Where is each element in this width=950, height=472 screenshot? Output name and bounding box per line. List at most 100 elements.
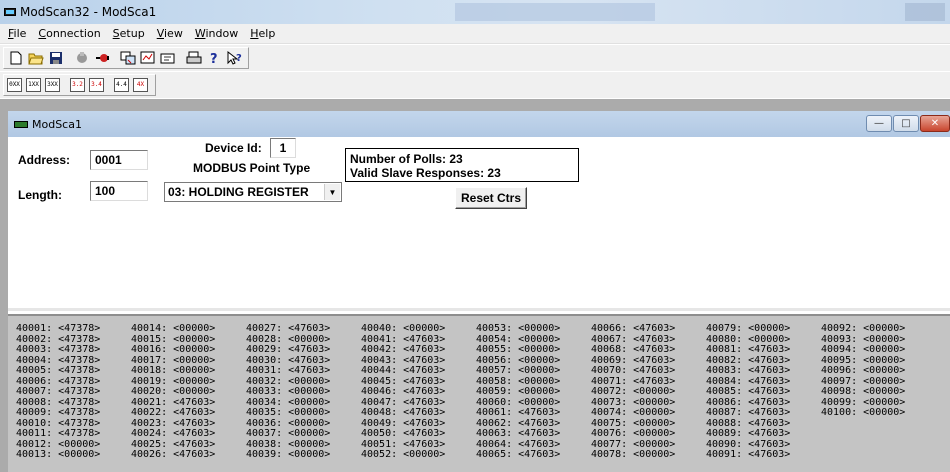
register-cell[interactable]: 40033: <00000> xyxy=(246,387,361,398)
menu-view[interactable]: View xyxy=(151,27,189,40)
register-cell[interactable]: 40078: <00000> xyxy=(591,450,706,461)
context-help-icon[interactable]: ? xyxy=(225,50,242,66)
register-cell[interactable]: 40010: <47378> xyxy=(16,419,131,430)
register-cell[interactable]: 40062: <47603> xyxy=(476,419,591,430)
help-icon[interactable]: ? xyxy=(205,50,222,66)
register-cell[interactable]: 40052: <00000> xyxy=(361,450,476,461)
child-titlebar[interactable]: ModSca1 — □ ✕ xyxy=(8,111,950,137)
register-cell[interactable]: 40001: <47378> xyxy=(16,324,131,335)
register-cell[interactable]: 40064: <47603> xyxy=(476,440,591,451)
register-cell[interactable]: 40053: <00000> xyxy=(476,324,591,335)
register-cell[interactable]: 40031: <47603> xyxy=(246,366,361,377)
menu-connection[interactable]: Connection xyxy=(32,27,106,40)
register-cell[interactable]: 40029: <47603> xyxy=(246,345,361,356)
register-cell[interactable]: 40094: <00000> xyxy=(821,345,936,356)
register-cell[interactable]: 40045: <47603> xyxy=(361,377,476,388)
register-cell[interactable]: 40028: <00000> xyxy=(246,335,361,346)
register-cell[interactable]: 40034: <00000> xyxy=(246,398,361,409)
format-4-4-button[interactable]: 4.4 xyxy=(114,78,129,92)
register-cell[interactable]: 40009: <47378> xyxy=(16,408,131,419)
register-cell[interactable]: 40086: <47603> xyxy=(706,398,821,409)
register-cell[interactable]: 40022: <47603> xyxy=(131,408,246,419)
register-cell[interactable]: 40100: <00000> xyxy=(821,408,936,419)
register-cell[interactable]: 40038: <00000> xyxy=(246,440,361,451)
menu-window[interactable]: Window xyxy=(189,27,244,40)
register-cell[interactable]: 40075: <00000> xyxy=(591,419,706,430)
address-input[interactable]: 0001 xyxy=(90,150,148,170)
minimize-button[interactable]: — xyxy=(866,115,892,132)
print-icon[interactable] xyxy=(185,50,202,66)
register-cell[interactable]: 40003: <47378> xyxy=(16,345,131,356)
app-titlebar[interactable]: ModScan32 - ModSca1 xyxy=(0,0,950,24)
register-cell[interactable]: 40027: <47603> xyxy=(246,324,361,335)
register-cell[interactable]: 40017: <00000> xyxy=(131,356,246,367)
register-cell[interactable]: 40035: <00000> xyxy=(246,408,361,419)
register-cell[interactable]: 40070: <47603> xyxy=(591,366,706,377)
maximize-button[interactable]: □ xyxy=(893,115,919,132)
reset-counters-button[interactable]: Reset Ctrs xyxy=(455,187,527,209)
register-cell[interactable]: 40016: <00000> xyxy=(131,345,246,356)
register-cell[interactable]: 40066: <47603> xyxy=(591,324,706,335)
register-cell[interactable]: 40015: <00000> xyxy=(131,335,246,346)
register-cell[interactable]: 40090: <47603> xyxy=(706,440,821,451)
format-1xx-button[interactable]: 1XX xyxy=(26,78,41,92)
register-cell[interactable]: 40012: <00000> xyxy=(16,440,131,451)
register-cell[interactable]: 40099: <00000> xyxy=(821,398,936,409)
point-type-select[interactable]: 03: HOLDING REGISTER ▼ xyxy=(164,182,342,202)
register-cell[interactable]: 40036: <00000> xyxy=(246,419,361,430)
register-cell[interactable]: 40043: <47603> xyxy=(361,356,476,367)
register-cell[interactable]: 40088: <47603> xyxy=(706,419,821,430)
poll-icon[interactable] xyxy=(139,50,156,66)
register-cell[interactable]: 40073: <00000> xyxy=(591,398,706,409)
register-cell[interactable]: 40002: <47378> xyxy=(16,335,131,346)
register-cell[interactable]: 40092: <00000> xyxy=(821,324,936,335)
register-cell[interactable]: 40049: <47603> xyxy=(361,419,476,430)
new-icon[interactable] xyxy=(7,50,24,66)
register-cell[interactable]: 40089: <47603> xyxy=(706,429,821,440)
register-cell[interactable]: 40011: <47378> xyxy=(16,429,131,440)
register-cell[interactable]: 40039: <00000> xyxy=(246,450,361,461)
length-input[interactable]: 100 xyxy=(90,181,148,201)
register-cell[interactable]: 40087: <47603> xyxy=(706,408,821,419)
register-cell[interactable]: 40042: <47603> xyxy=(361,345,476,356)
connect-icon[interactable] xyxy=(93,50,110,66)
save-icon[interactable] xyxy=(47,50,64,66)
open-icon[interactable] xyxy=(27,50,44,66)
disconnect-icon[interactable] xyxy=(73,50,90,66)
register-cell[interactable]: 40023: <47603> xyxy=(131,419,246,430)
register-cell[interactable]: 40080: <00000> xyxy=(706,335,821,346)
register-cell[interactable]: 40084: <47603> xyxy=(706,377,821,388)
register-cell[interactable]: 40030: <47603> xyxy=(246,356,361,367)
register-cell[interactable]: 40047: <47603> xyxy=(361,398,476,409)
register-cell[interactable]: 40059: <00000> xyxy=(476,387,591,398)
register-cell[interactable]: 40097: <00000> xyxy=(821,377,936,388)
register-cell[interactable]: 40061: <47603> xyxy=(476,408,591,419)
reset-icon[interactable] xyxy=(159,50,176,66)
register-cell[interactable]: 40006: <47378> xyxy=(16,377,131,388)
register-cell[interactable]: 40025: <47603> xyxy=(131,440,246,451)
display-icon[interactable] xyxy=(119,50,136,66)
register-cell[interactable]: 40072: <00000> xyxy=(591,387,706,398)
register-cell[interactable]: 40041: <47603> xyxy=(361,335,476,346)
register-cell[interactable]: 40074: <00000> xyxy=(591,408,706,419)
format-3-2-button[interactable]: 3.2 xyxy=(70,78,85,92)
register-cell[interactable]: 40060: <00000> xyxy=(476,398,591,409)
format-0xx-button[interactable]: 0XX xyxy=(7,78,22,92)
register-cell[interactable]: 40098: <00000> xyxy=(821,387,936,398)
register-cell[interactable]: 40077: <00000> xyxy=(591,440,706,451)
register-cell[interactable]: 40051: <47603> xyxy=(361,440,476,451)
register-cell[interactable]: 40067: <47603> xyxy=(591,335,706,346)
register-cell[interactable]: 40024: <47603> xyxy=(131,429,246,440)
register-cell[interactable]: 40008: <47378> xyxy=(16,398,131,409)
register-cell[interactable]: 40071: <47603> xyxy=(591,377,706,388)
register-cell[interactable]: 40069: <47603> xyxy=(591,356,706,367)
register-cell[interactable]: 40013: <00000> xyxy=(16,450,131,461)
register-cell[interactable]: 40037: <00000> xyxy=(246,429,361,440)
register-cell[interactable]: 40040: <00000> xyxy=(361,324,476,335)
register-cell[interactable]: 40005: <47378> xyxy=(16,366,131,377)
register-cell[interactable]: 40007: <47378> xyxy=(16,387,131,398)
menu-file[interactable]: File xyxy=(2,27,32,40)
register-cell[interactable]: 40032: <00000> xyxy=(246,377,361,388)
register-cell[interactable]: 40004: <47378> xyxy=(16,356,131,367)
chevron-down-icon[interactable]: ▼ xyxy=(324,184,340,200)
